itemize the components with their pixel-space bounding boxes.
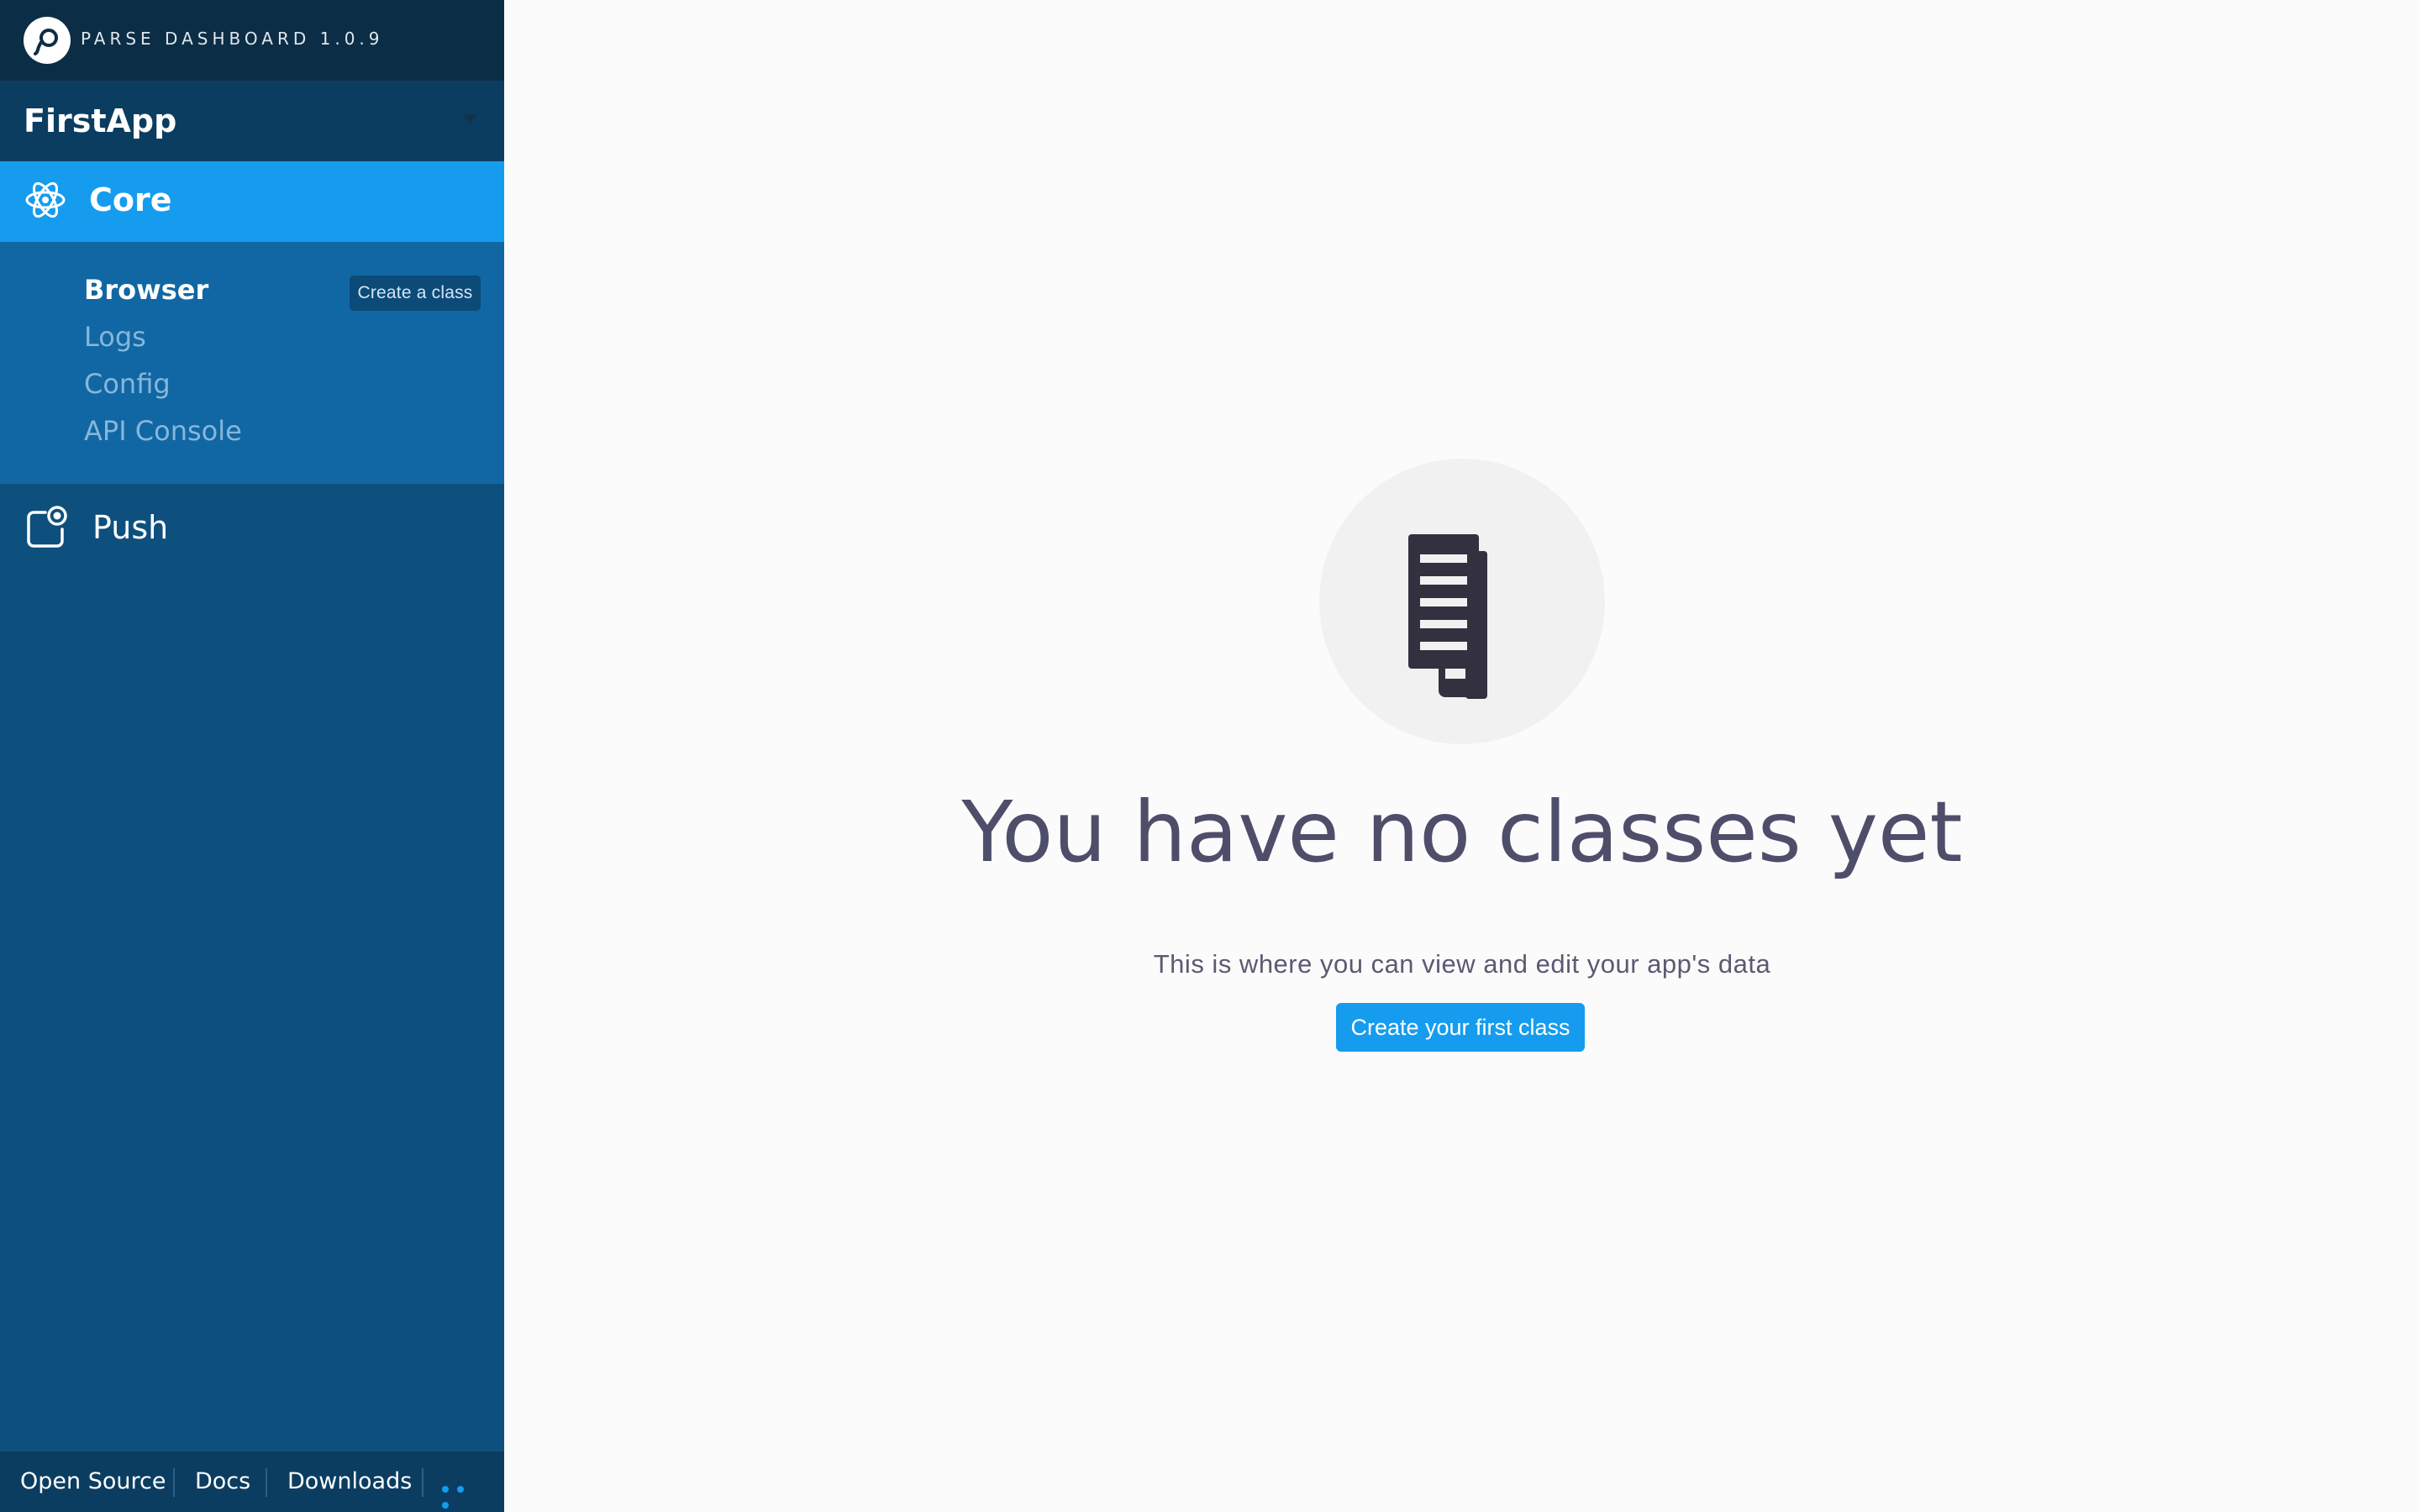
footer-separator	[173, 1468, 175, 1497]
footer-link-downloads[interactable]: Downloads	[287, 1468, 412, 1494]
sidebar-item-api-console[interactable]: API Console	[84, 415, 242, 447]
brand-title: PARSE DASHBOARD 1.0.9	[81, 29, 384, 49]
empty-state-description: This is where you can view and edit your…	[1153, 949, 1771, 979]
caret-down-icon[interactable]	[462, 114, 477, 124]
footer-link-docs[interactable]: Docs	[195, 1468, 250, 1494]
sidebar-section-label: Core	[89, 181, 172, 218]
sidebar-item-browser[interactable]: Browser	[84, 274, 208, 306]
create-first-class-button[interactable]: Create your first class	[1336, 1003, 1585, 1052]
push-notification-icon	[25, 504, 72, 554]
documents-icon	[1319, 459, 1605, 744]
empty-state-title: You have no classes yet	[961, 783, 1963, 881]
main-content: You have no classes yet This is where yo…	[504, 0, 2420, 1512]
sidebar-item-config[interactable]: Config	[84, 368, 171, 400]
sidebar-item-logs[interactable]: Logs	[84, 321, 146, 353]
core-subnav: Browser Create a class Logs Config API C…	[0, 242, 504, 484]
atom-icon	[24, 178, 67, 225]
sidebar-section-label: Push	[92, 509, 169, 546]
sidebar-section-push[interactable]: Push	[0, 487, 504, 568]
sidebar: PARSE DASHBOARD 1.0.9 FirstApp Core Brow…	[0, 0, 504, 1512]
footer-separator	[266, 1468, 267, 1497]
brand-header: PARSE DASHBOARD 1.0.9	[0, 0, 504, 81]
sidebar-section-core[interactable]: Core	[0, 161, 504, 242]
app-name: FirstApp	[24, 102, 177, 139]
create-class-button[interactable]: Create a class	[350, 276, 481, 311]
parse-logo-icon[interactable]	[24, 17, 71, 64]
app-picker[interactable]: FirstApp	[0, 81, 504, 161]
sidebar-footer: Open Source Docs Downloads	[0, 1452, 504, 1512]
more-dots-icon[interactable]	[442, 1480, 486, 1509]
footer-separator	[422, 1468, 424, 1497]
footer-link-open-source[interactable]: Open Source	[20, 1468, 166, 1494]
